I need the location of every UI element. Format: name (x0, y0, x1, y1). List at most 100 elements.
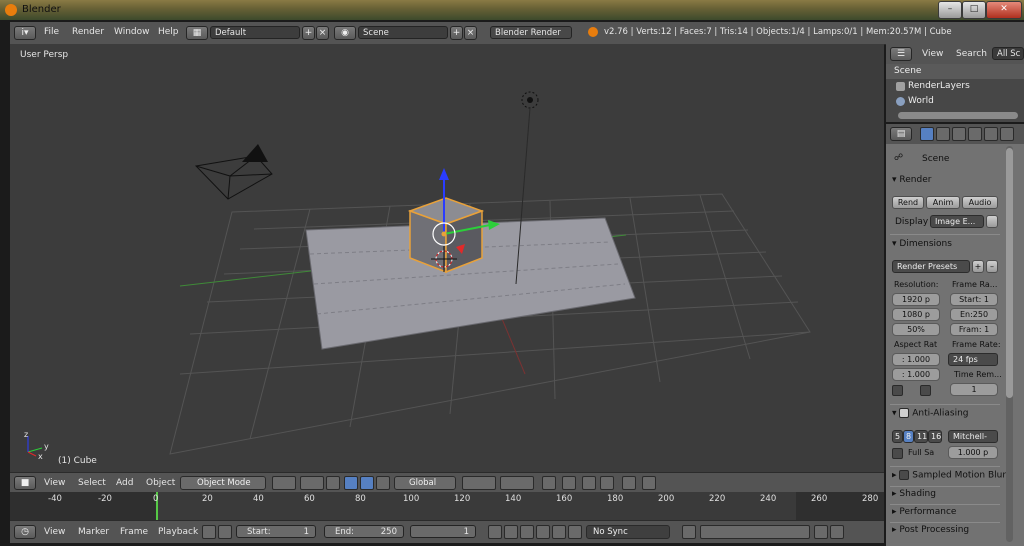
filter-size-field[interactable]: 1.000 p (948, 446, 998, 459)
menu-object[interactable]: Object (146, 478, 175, 488)
menu-search[interactable]: Search (956, 49, 987, 59)
aa-samples-5[interactable]: 5 (892, 430, 903, 443)
scale-manipulator-icon[interactable] (376, 476, 390, 490)
resolution-y-field[interactable]: 1080 p (892, 308, 940, 321)
frame-end-field[interactable]: En:250 (950, 308, 998, 321)
remove-scene-icon[interactable]: × (464, 26, 477, 40)
mode-select[interactable]: Object Mode (180, 476, 266, 490)
end-frame-field[interactable]: End: 250 (324, 525, 404, 538)
pin-icon[interactable]: ☍ (894, 153, 903, 163)
menu-view[interactable]: View (44, 478, 65, 488)
motion-blur-checkbox[interactable] (899, 470, 910, 480)
preview-range-icon[interactable] (202, 525, 216, 539)
snap-element-icon[interactable] (600, 476, 614, 490)
jump-end-icon[interactable] (568, 525, 582, 539)
display-mode-select[interactable]: Image E... (930, 215, 984, 228)
dimensions-panel-header[interactable]: ▾ Dimensions (892, 239, 952, 249)
render-layers-context-icon[interactable] (936, 127, 950, 141)
menu-render[interactable]: Render (72, 27, 104, 37)
world-context-icon[interactable] (968, 127, 982, 141)
aspect-y-field[interactable]: : 1.000 (892, 368, 940, 381)
border-checkbox[interactable] (892, 385, 903, 396)
menu-file[interactable]: File (44, 27, 59, 37)
outliner-scrollbar[interactable] (898, 112, 1018, 119)
add-preset-button[interactable]: + (972, 260, 984, 273)
menu-help[interactable]: Help (158, 27, 179, 37)
resolution-percentage-field[interactable]: 50% (892, 323, 940, 336)
object-context-icon[interactable] (984, 127, 998, 141)
resolution-x-field[interactable]: 1920 p (892, 293, 940, 306)
outliner-row-scene[interactable]: Scene (886, 64, 1024, 79)
lock-layer-icon[interactable] (542, 476, 556, 490)
performance-panel-header[interactable]: ▸ Performance (892, 507, 956, 517)
opengl-render-icon[interactable] (642, 476, 656, 490)
3d-viewport[interactable]: User Persp (1) Cube y z x (10, 44, 884, 472)
layout-name-field[interactable]: Default (210, 26, 300, 39)
menu-marker[interactable]: Marker (78, 527, 109, 537)
render-image-button[interactable]: Rend (892, 196, 924, 209)
play-reverse-icon[interactable] (520, 525, 534, 539)
snap-icon[interactable] (582, 476, 596, 490)
start-frame-field[interactable]: Start: 1 (236, 525, 316, 538)
lamp-object[interactable] (521, 91, 539, 109)
render-audio-button[interactable]: Audio (962, 196, 998, 209)
insert-keyframe-icon[interactable] (814, 525, 828, 539)
scene-browse-icon[interactable]: ◉ (334, 26, 356, 40)
menu-select[interactable]: Select (78, 478, 106, 488)
translate-manipulator-icon[interactable] (344, 476, 358, 490)
aa-samples-16[interactable]: 16 (928, 430, 942, 443)
menu-add[interactable]: Add (116, 478, 133, 488)
outliner-item-renderlayers[interactable]: RenderLayers (908, 81, 970, 91)
editor-type-timeline-icon[interactable]: ◷ (14, 525, 36, 539)
render-panel-header[interactable]: ▾ Render (892, 175, 931, 185)
properties-scrollbar-thumb[interactable] (1006, 148, 1013, 398)
layout-browse-icon[interactable]: ▦ (186, 26, 208, 40)
jump-keyframe-forward-icon[interactable] (552, 525, 566, 539)
lock-time-icon[interactable] (218, 525, 232, 539)
add-layout-icon[interactable]: + (302, 26, 315, 40)
render-context-icon[interactable] (920, 127, 934, 141)
layers-grid-1[interactable] (462, 476, 496, 490)
frame-rate-select[interactable]: 24 fps (948, 353, 998, 366)
aspect-x-field[interactable]: : 1.000 (892, 353, 940, 366)
editor-type-3d-icon[interactable]: ■ (14, 476, 36, 490)
full-sample-checkbox[interactable] (892, 448, 903, 459)
post-processing-panel-header[interactable]: ▸ Post Processing (892, 525, 969, 535)
camera-object[interactable] (194, 155, 273, 200)
jump-keyframe-back-icon[interactable] (504, 525, 518, 539)
jump-start-icon[interactable] (488, 525, 502, 539)
proportional-edit-icon[interactable] (562, 476, 576, 490)
menu-window[interactable]: Window (114, 27, 150, 37)
timeline-area[interactable]: -40 -20 0 20 40 60 80 100 120 140 160 18… (10, 492, 884, 520)
constraints-context-icon[interactable] (1000, 127, 1014, 141)
menu-playback[interactable]: Playback (158, 527, 198, 537)
record-icon[interactable] (682, 525, 696, 539)
pivot-point-icon[interactable] (300, 476, 324, 490)
viewport-shading-icon[interactable] (272, 476, 296, 490)
outliner-display-filter[interactable]: All Sc (992, 47, 1024, 60)
delete-keyframe-icon[interactable] (830, 525, 844, 539)
transform-orientation-select[interactable]: Global (394, 476, 456, 490)
aa-samples-8[interactable]: 8 (903, 430, 914, 443)
editor-type-outliner-icon[interactable]: ☰ (890, 47, 912, 61)
anti-aliasing-panel-header[interactable]: ▾ Anti-Aliasing (892, 408, 969, 419)
scene-context-icon[interactable] (952, 127, 966, 141)
render-preview-icon[interactable] (622, 476, 636, 490)
time-remap-new-field[interactable]: 1 (950, 383, 998, 396)
editor-type-info-icon[interactable]: i▾ (14, 26, 36, 40)
minimize-button[interactable]: – (938, 1, 962, 19)
menu-frame[interactable]: Frame (120, 527, 148, 537)
play-icon[interactable] (536, 525, 550, 539)
motion-blur-panel-header[interactable]: ▸ Sampled Motion Blur (892, 470, 1006, 481)
manipulator-toggle-icon[interactable] (326, 476, 340, 490)
crop-checkbox[interactable] (920, 385, 931, 396)
shading-panel-header[interactable]: ▸ Shading (892, 489, 936, 499)
sync-mode-select[interactable]: No Sync (586, 525, 670, 539)
maximize-button[interactable]: □ (962, 1, 986, 19)
close-window-button[interactable]: ✕ (986, 1, 1022, 19)
layers-grid-2[interactable] (500, 476, 534, 490)
anti-aliasing-checkbox[interactable] (899, 408, 910, 418)
menu-view[interactable]: View (922, 49, 943, 59)
aa-filter-select[interactable]: Mitchell- (948, 430, 998, 443)
lock-interface-icon[interactable] (986, 215, 998, 228)
